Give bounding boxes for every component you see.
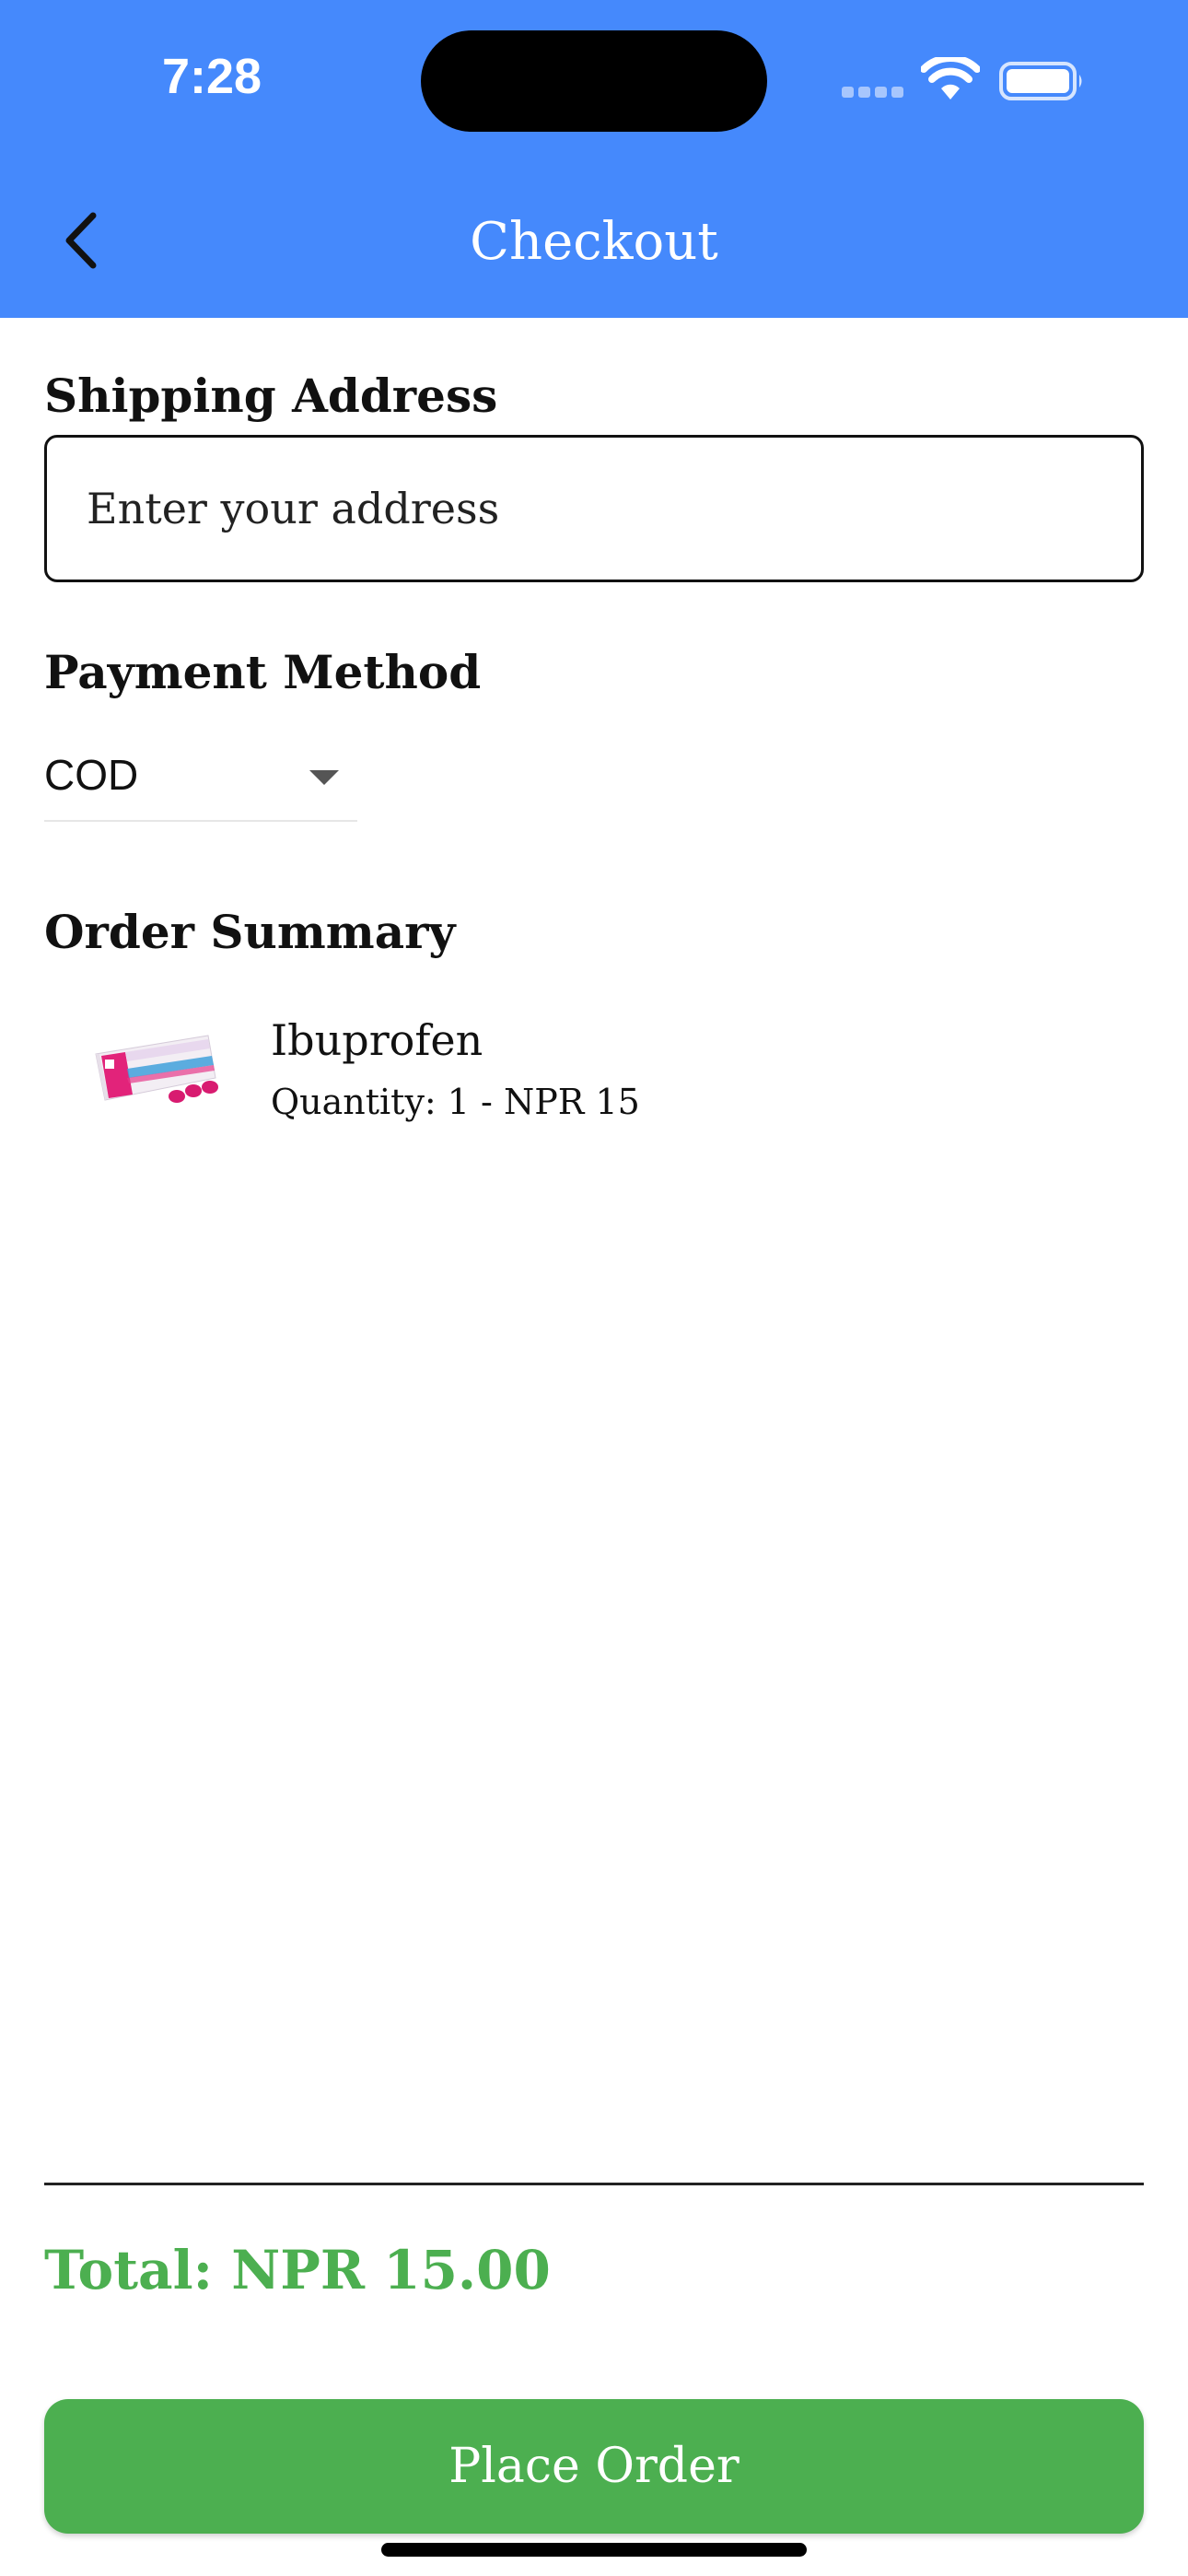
product-image bbox=[95, 1035, 218, 1103]
product-quantity-price: Quantity: 1 - NPR 15 bbox=[271, 1082, 640, 1122]
caret-down-icon bbox=[309, 770, 339, 785]
cellular-signal-icon bbox=[842, 87, 904, 98]
order-summary-label: Order Summary bbox=[44, 905, 456, 959]
checkout-screen: 7:28 Checkout Shipping Address Payment M… bbox=[0, 0, 1188, 2576]
payment-method-value: COD bbox=[44, 751, 139, 799]
address-input[interactable] bbox=[44, 435, 1144, 582]
status-time: 7:28 bbox=[162, 49, 262, 104]
page-title: Checkout bbox=[470, 212, 718, 272]
app-header: 7:28 Checkout bbox=[0, 0, 1188, 318]
product-name: Ibuprofen bbox=[271, 1015, 483, 1065]
payment-method-label: Payment Method bbox=[44, 645, 482, 699]
shipping-address-label: Shipping Address bbox=[44, 369, 498, 423]
order-total: Total: NPR 15.00 bbox=[44, 2239, 551, 2301]
place-order-button[interactable]: Place Order bbox=[44, 2399, 1144, 2534]
divider bbox=[44, 2183, 1144, 2185]
order-item: Ibuprofen Quantity: 1 - NPR 15 bbox=[44, 995, 1144, 1142]
payment-method-dropdown[interactable]: COD bbox=[44, 737, 357, 822]
battery-icon bbox=[999, 62, 1082, 100]
home-indicator bbox=[381, 2543, 807, 2557]
dynamic-island bbox=[421, 30, 767, 132]
wifi-icon bbox=[921, 57, 980, 100]
